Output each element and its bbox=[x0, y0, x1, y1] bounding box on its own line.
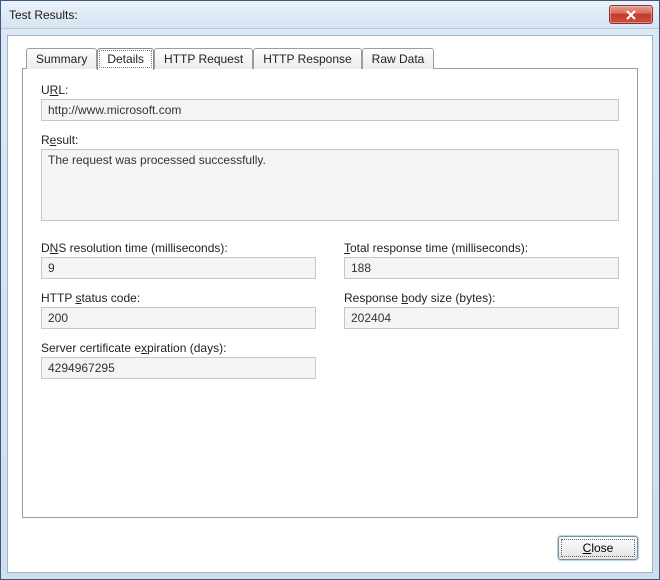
inner-content: Summary Details HTTP Request HTTP Respon… bbox=[8, 36, 652, 528]
tab-raw-data[interactable]: Raw Data bbox=[362, 48, 435, 69]
client-area: Summary Details HTTP Request HTTP Respon… bbox=[7, 35, 653, 573]
close-button[interactable]: Close bbox=[558, 536, 638, 560]
url-field[interactable]: http://www.microsoft.com bbox=[41, 99, 619, 121]
dialog-window: Test Results: Summary Details HTTP Reque… bbox=[0, 0, 660, 580]
status-cell: HTTP status code: 200 bbox=[41, 291, 316, 329]
url-label: URL: bbox=[41, 83, 619, 97]
dns-cell: DNS resolution time (milliseconds): 9 bbox=[41, 241, 316, 279]
dns-field[interactable]: 9 bbox=[41, 257, 316, 279]
url-row: URL: http://www.microsoft.com bbox=[41, 83, 619, 121]
total-label: Total response time (milliseconds): bbox=[344, 241, 619, 255]
tab-panel-details: URL: http://www.microsoft.com Result: Th… bbox=[22, 68, 638, 518]
result-label: Result: bbox=[41, 133, 619, 147]
result-field[interactable]: The request was processed successfully. bbox=[41, 149, 619, 221]
window-close-button[interactable] bbox=[609, 5, 653, 24]
body-label: Response body size (bytes): bbox=[344, 291, 619, 305]
titlebar: Test Results: bbox=[1, 1, 659, 29]
status-label: HTTP status code: bbox=[41, 291, 316, 305]
dns-label: DNS resolution time (milliseconds): bbox=[41, 241, 316, 255]
metrics-grid: DNS resolution time (milliseconds): 9 To… bbox=[41, 241, 619, 379]
body-cell: Response body size (bytes): 202404 bbox=[344, 291, 619, 329]
status-field[interactable]: 200 bbox=[41, 307, 316, 329]
empty-cell bbox=[344, 341, 619, 379]
cert-cell: Server certificate expiration (days): 42… bbox=[41, 341, 316, 379]
tab-details[interactable]: Details bbox=[97, 48, 154, 70]
cert-field[interactable]: 4294967295 bbox=[41, 357, 316, 379]
tab-summary[interactable]: Summary bbox=[26, 48, 97, 69]
body-field[interactable]: 202404 bbox=[344, 307, 619, 329]
tab-strip: Summary Details HTTP Request HTTP Respon… bbox=[22, 47, 638, 69]
tab-http-response[interactable]: HTTP Response bbox=[253, 48, 361, 69]
dialog-footer: Close bbox=[8, 528, 652, 572]
window-title: Test Results: bbox=[9, 8, 609, 22]
total-cell: Total response time (milliseconds): 188 bbox=[344, 241, 619, 279]
tab-http-request[interactable]: HTTP Request bbox=[154, 48, 253, 69]
result-row: Result: The request was processed succes… bbox=[41, 133, 619, 221]
close-icon bbox=[625, 10, 637, 20]
total-field[interactable]: 188 bbox=[344, 257, 619, 279]
cert-label: Server certificate expiration (days): bbox=[41, 341, 316, 355]
